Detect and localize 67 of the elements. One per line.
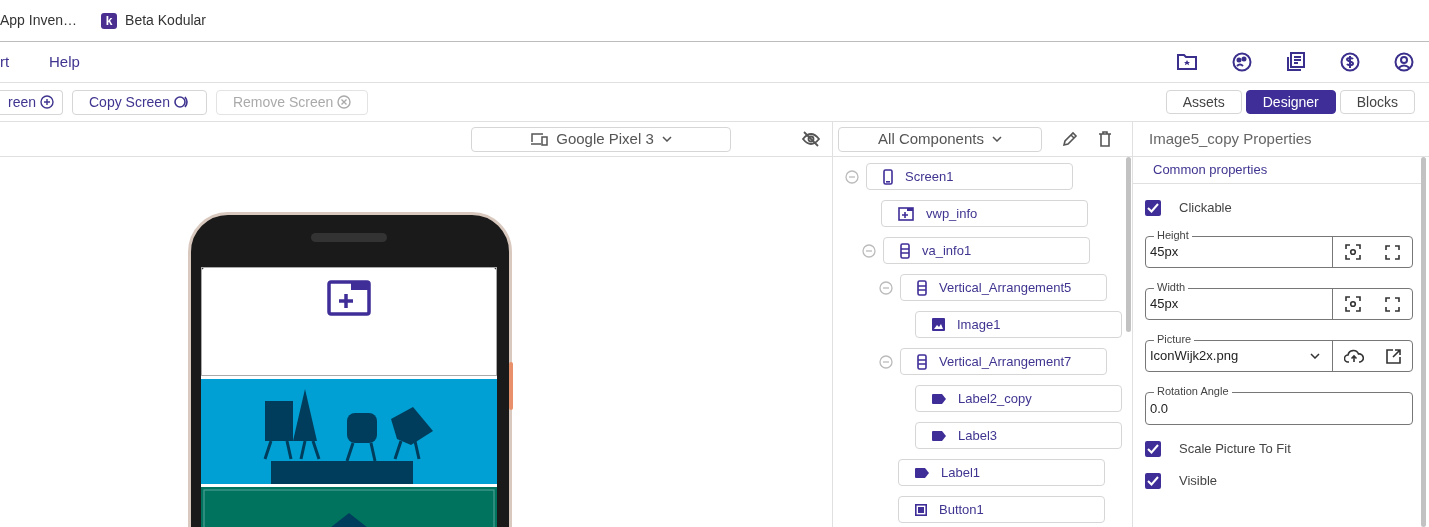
bookmark-link[interactable]: App Inven… (0, 10, 78, 31)
pencil-icon[interactable] (1062, 131, 1078, 147)
section-heading[interactable]: Common properties (1153, 160, 1268, 180)
cloud-upload-icon[interactable] (1344, 349, 1364, 363)
screen-button[interactable]: reen (0, 89, 63, 115)
checkbox-label: Scale Picture To Fit (1179, 440, 1291, 459)
hidden-eye-icon[interactable] (802, 131, 820, 147)
tree-node[interactable]: Label1 (898, 459, 1105, 486)
screen-button[interactable]: Copy Screen (72, 89, 207, 115)
image-icon (932, 318, 945, 331)
component-filter-dropdown[interactable]: All Components (838, 126, 1042, 152)
stack-icon (900, 242, 910, 259)
phone-icon (883, 168, 893, 185)
checkbox[interactable] (1145, 200, 1161, 216)
tree-node[interactable]: Image1 (915, 311, 1122, 338)
tag-icon (915, 467, 929, 478)
tree-node[interactable]: Screen1 (866, 163, 1073, 190)
chevron-down-icon (661, 136, 672, 142)
checkbox[interactable] (1145, 441, 1161, 457)
tree-node[interactable]: Vertical_Arrangement7 (900, 348, 1107, 375)
device-dropdown[interactable]: Google Pixel 3 (471, 126, 731, 152)
button-icon (915, 503, 927, 516)
scrollbar[interactable] (1421, 157, 1426, 527)
menu-item[interactable]: Help (49, 50, 80, 74)
open-external-icon[interactable] (1386, 348, 1401, 364)
properties-title: Image5_copy Properties (1149, 128, 1312, 149)
starred-folder-icon[interactable] (1176, 52, 1198, 72)
devices-icon (530, 132, 549, 146)
chevron-down-icon[interactable] (1310, 353, 1320, 359)
field-label: Height (1154, 228, 1192, 242)
tree-node[interactable]: va_info1 (883, 237, 1090, 264)
checkbox[interactable] (1145, 473, 1161, 489)
focus-icon[interactable] (1345, 244, 1361, 260)
plus-circle-icon (40, 95, 54, 109)
checkbox-label: Clickable (1179, 199, 1232, 218)
documents-icon[interactable] (1286, 52, 1306, 72)
view-tab[interactable]: Blocks (1339, 90, 1415, 114)
trash-icon[interactable] (1098, 131, 1112, 147)
view-tab[interactable]: Designer (1245, 90, 1336, 114)
viewpager-icon (898, 206, 914, 221)
tag-icon (932, 393, 946, 404)
stack-icon (917, 353, 927, 370)
checkbox-label: Visible (1179, 472, 1218, 491)
focus-icon[interactable] (1345, 296, 1361, 312)
field-label: Rotation Angle (1154, 384, 1232, 398)
dollar-icon[interactable] (1340, 52, 1360, 72)
view-tab[interactable]: Assets (1165, 90, 1242, 114)
scrollbar[interactable] (1126, 157, 1131, 332)
fullscreen-icon[interactable] (1385, 296, 1400, 312)
field-label: Picture (1154, 332, 1195, 346)
tree-node[interactable]: Button1 (898, 496, 1105, 523)
account-icon[interactable] (1394, 52, 1414, 72)
stack-icon (917, 279, 927, 296)
tag-icon (932, 430, 946, 441)
bookmark-link[interactable]: Beta Kodular (125, 10, 206, 31)
tree-node[interactable]: vwp_info (881, 200, 1088, 227)
viewpager-icon (327, 280, 371, 316)
chevron-down-icon (991, 136, 1002, 142)
menu-item[interactable]: rt (0, 50, 21, 74)
tree-node[interactable]: Vertical_Arrangement5 (900, 274, 1107, 301)
cross-circle-icon (337, 95, 352, 109)
tree-node[interactable]: Label3 (915, 422, 1122, 449)
logo: k (101, 12, 118, 29)
fullscreen-icon[interactable] (1385, 244, 1400, 260)
copy-icon (173, 95, 190, 109)
tree-node[interactable]: Label2_copy (915, 385, 1122, 412)
field-label: Width (1154, 280, 1189, 294)
